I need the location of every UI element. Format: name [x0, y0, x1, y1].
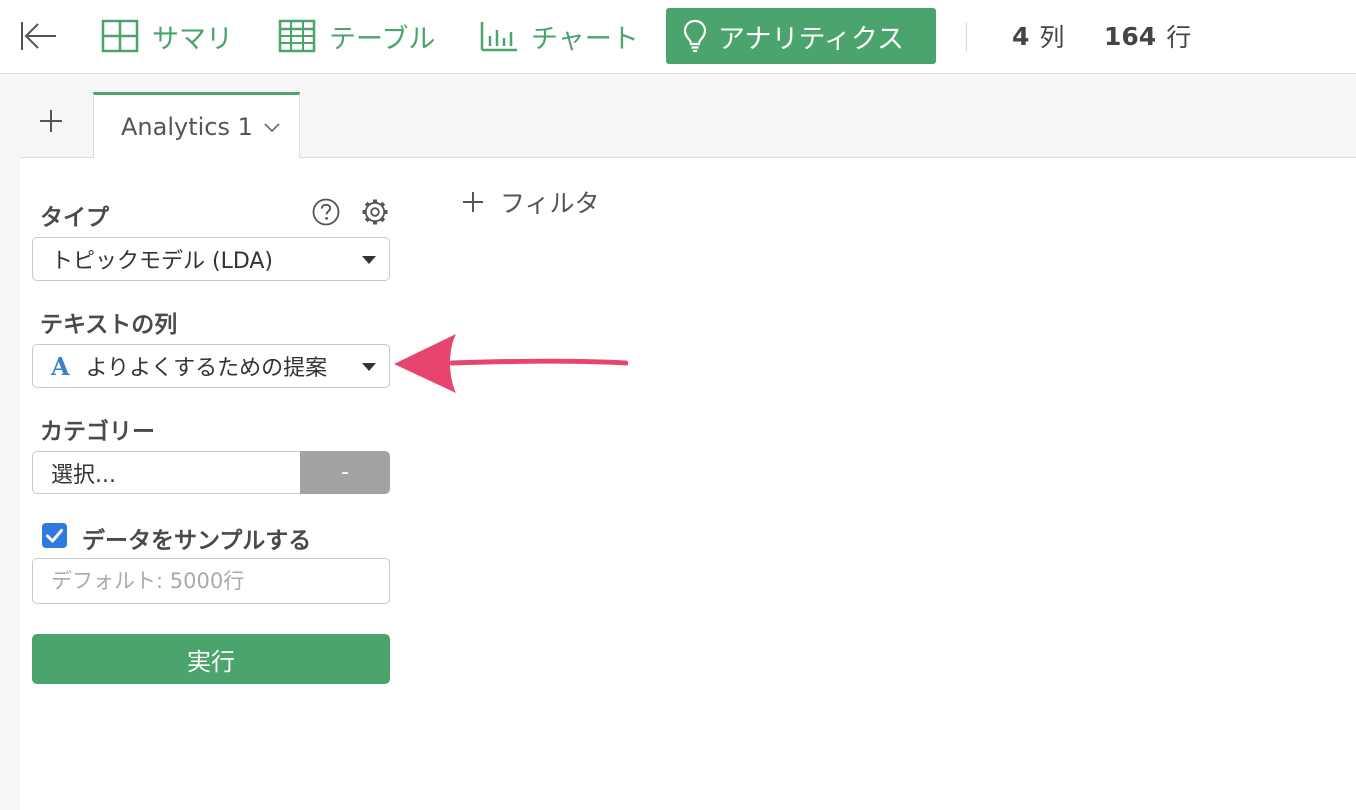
tab-analytics[interactable]: アナリティクス: [666, 8, 936, 64]
analytics-tab-strip: Analytics 1: [20, 74, 1356, 159]
category-clear-button[interactable]: -: [300, 451, 390, 494]
tab-summary[interactable]: サマリ: [100, 8, 233, 64]
tab-chart[interactable]: チャート: [479, 8, 639, 64]
analytics-settings-panel: タイプ トピックモデル (LDA) テキストの列 A よりよくするための提案 カ…: [20, 158, 1356, 810]
row-count: 164 行: [1104, 8, 1191, 64]
text-column-select[interactable]: A よりよくするための提案: [32, 344, 390, 388]
add-filter-button[interactable]: フィルタ: [462, 182, 600, 222]
add-filter-label: フィルタ: [500, 189, 600, 218]
caret-down-icon: [362, 363, 376, 371]
plus-icon: [463, 192, 483, 212]
bar-chart-icon: [480, 22, 517, 52]
column-count: 4 列: [1012, 8, 1064, 64]
annotation-arrow-icon: [394, 334, 628, 393]
tab-table[interactable]: テーブル: [277, 8, 435, 64]
type-select-value: トピックモデル (LDA): [51, 249, 274, 274]
type-label: タイプ: [40, 205, 109, 231]
top-toolbar: サマリ テーブル チャート アナリティクス 4 列 164 行: [0, 0, 1356, 74]
checkmark-icon: [46, 529, 63, 543]
column-count-value: 4: [1012, 21, 1030, 51]
chevron-down-icon: [264, 123, 280, 133]
tab-analytics-label: アナリティクス: [718, 23, 905, 55]
add-tab-icon[interactable]: [36, 106, 66, 136]
table-icon: [278, 19, 316, 53]
category-label: カテゴリー: [40, 419, 155, 445]
tab-analytics-1-label: Analytics 1: [121, 113, 253, 141]
sample-size-input[interactable]: [32, 558, 390, 604]
tab-chart-label: チャート: [531, 23, 639, 55]
row-count-unit: 行: [1166, 23, 1192, 52]
grid-icon: [101, 19, 139, 53]
text-column-select-value: よりよくするための提案: [85, 356, 328, 381]
row-count-value: 164: [1104, 21, 1157, 51]
tab-analytics-1[interactable]: Analytics 1: [93, 92, 300, 159]
help-icon[interactable]: [311, 197, 341, 227]
lightbulb-icon: [683, 19, 707, 53]
tab-table-label: テーブル: [329, 23, 436, 55]
tab-summary-label: サマリ: [152, 23, 233, 55]
string-type-icon: A: [51, 351, 70, 381]
run-button[interactable]: 実行: [32, 634, 390, 684]
gear-icon[interactable]: [360, 197, 390, 227]
collapse-left-icon[interactable]: [16, 18, 60, 54]
toolbar-divider: [966, 22, 967, 52]
text-column-label: テキストの列: [40, 312, 178, 338]
category-select[interactable]: 選択...: [32, 451, 300, 494]
type-select[interactable]: トピックモデル (LDA): [32, 237, 390, 281]
category-select-value: 選択...: [51, 462, 116, 488]
sample-data-label: データをサンプルする: [82, 528, 312, 554]
column-count-unit: 列: [1039, 23, 1065, 52]
sample-data-checkbox[interactable]: [42, 523, 67, 548]
caret-down-icon: [362, 256, 376, 264]
